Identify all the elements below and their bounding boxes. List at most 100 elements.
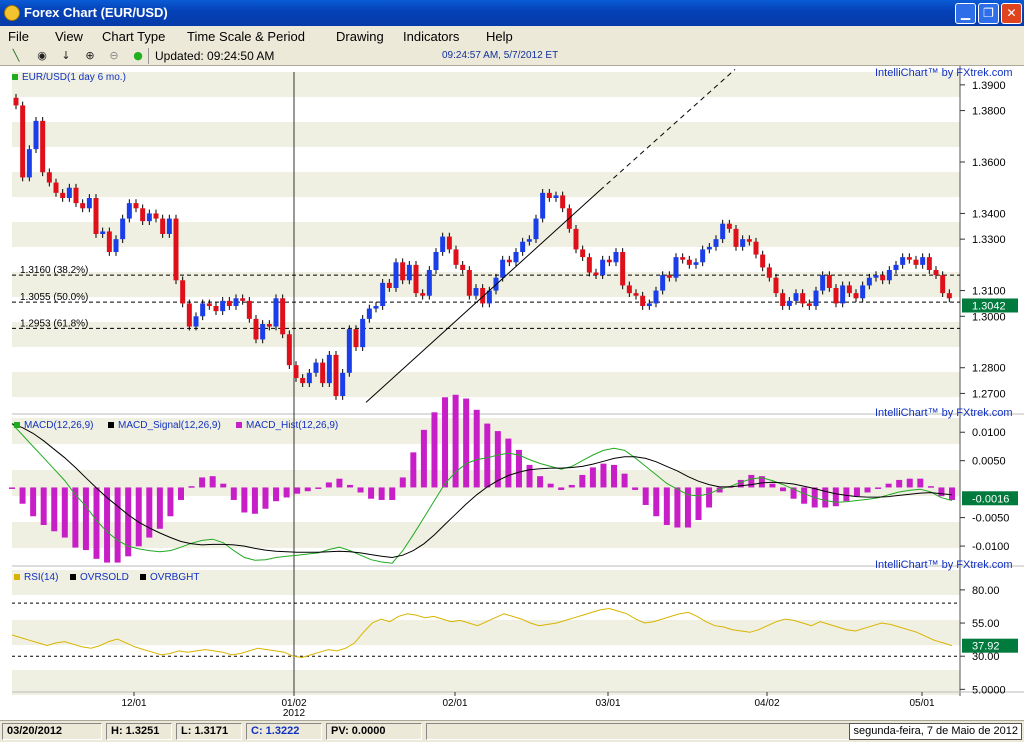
candle-body xyxy=(826,275,832,288)
macd-hist-bar xyxy=(748,474,755,488)
candle-body xyxy=(786,300,792,306)
status-date: 03/20/2012 xyxy=(2,723,102,740)
candle-body xyxy=(773,277,779,294)
arrow-down-icon[interactable]: ↓ xyxy=(58,48,74,64)
candle-body xyxy=(613,252,619,263)
candle-body xyxy=(273,298,279,327)
macd-hist-bar xyxy=(104,487,111,563)
candle-body xyxy=(766,267,772,278)
candle-body xyxy=(446,236,452,250)
macd-hist-bar xyxy=(558,487,565,490)
chart-area[interactable]: 1.3900 1.3800 1.3600 1.3400 1.3300 1.3100 1.30… xyxy=(0,66,1024,720)
candle-body xyxy=(320,362,326,384)
rsi-last-label: 37.92 xyxy=(972,641,1000,653)
macd-legend: MACD_Hist(12,26,9) xyxy=(246,420,338,431)
candle-body xyxy=(166,218,172,234)
status-low: L: 1.3171 xyxy=(176,723,242,740)
macd-hist-bar xyxy=(547,483,554,488)
macd-hist-bar xyxy=(463,398,470,488)
macd-hist-bar xyxy=(843,487,850,502)
candle-body xyxy=(946,293,952,299)
macd-hist-bar xyxy=(19,487,26,504)
menu-view[interactable]: View xyxy=(55,29,83,44)
menu-indicators[interactable]: Indicators xyxy=(403,29,459,44)
menu-help[interactable]: Help xyxy=(486,29,513,44)
candle-body xyxy=(173,218,179,281)
macd-hist-bar xyxy=(40,487,47,526)
macd-hist-bar xyxy=(273,487,280,502)
candle-body xyxy=(193,316,199,327)
macd-hist-bar xyxy=(452,394,459,488)
macd-hist-bar xyxy=(589,467,596,488)
menu-file[interactable]: File xyxy=(8,29,29,44)
candle-body xyxy=(346,329,352,373)
trendline-icon[interactable]: ╲ xyxy=(8,48,24,64)
candle-body xyxy=(366,308,372,319)
candle-body xyxy=(733,228,739,247)
macd-hist-bar xyxy=(325,482,332,488)
macd-hist-bar xyxy=(632,487,639,490)
candle-body xyxy=(846,285,852,294)
candle-body xyxy=(160,218,166,234)
maximize-button[interactable]: ❐ xyxy=(978,3,999,24)
macd-hist-bar xyxy=(241,487,248,513)
macd-hist-bar xyxy=(199,477,206,488)
candle-body xyxy=(633,293,639,296)
macd-hist-bar xyxy=(30,487,37,517)
candle-body xyxy=(646,303,652,306)
price-tick-label: 1.3900 xyxy=(972,80,1006,92)
candle-body xyxy=(546,192,552,198)
macd-hist-bar xyxy=(51,487,58,532)
toolbar-separator xyxy=(148,48,149,64)
zoom-in-icon[interactable]: ⊕ xyxy=(82,48,98,64)
candle-body xyxy=(666,275,672,278)
macd-last-label: -0.0016 xyxy=(972,493,1009,505)
candle-body xyxy=(806,303,812,306)
price-band xyxy=(12,72,960,97)
candle-body xyxy=(266,324,272,327)
candle-body xyxy=(860,285,866,299)
candle-body xyxy=(206,303,212,306)
macd-hist-bar xyxy=(220,483,227,488)
rsi-legend-swatch xyxy=(70,574,76,580)
candle-body xyxy=(13,97,19,106)
macd-hist-bar xyxy=(927,486,934,488)
macd-hist-bar xyxy=(494,431,501,488)
candle-body xyxy=(200,303,206,317)
candle-body xyxy=(133,203,139,209)
macd-hist-bar xyxy=(283,487,290,498)
status-empty xyxy=(426,723,852,740)
crosshair-icon[interactable]: ◉ xyxy=(34,48,50,64)
macd-hist-bar xyxy=(917,478,924,488)
macd-hist-bar xyxy=(568,484,575,488)
close-button[interactable]: ✕ xyxy=(1001,3,1022,24)
candle-body xyxy=(426,270,432,296)
macd-hist-bar xyxy=(146,487,153,538)
candle-body xyxy=(793,293,799,301)
menu-drawing[interactable]: Drawing xyxy=(336,29,384,44)
macd-hist-bar xyxy=(611,464,618,488)
menu-time-scale[interactable]: Time Scale & Period xyxy=(187,29,305,44)
menu-chart-type[interactable]: Chart Type xyxy=(102,29,165,44)
candle-body xyxy=(520,241,526,252)
price-tick-label: 1.2800 xyxy=(972,363,1006,375)
candle-body xyxy=(260,324,266,340)
macd-hist-bar xyxy=(357,487,364,493)
macd-band xyxy=(12,522,960,548)
candle-body xyxy=(86,198,92,209)
brand-label: IntelliChart™ by FXtrek.com xyxy=(875,67,1013,79)
brand-label: IntelliChart™ by FXtrek.com xyxy=(875,559,1013,571)
candle-body xyxy=(880,275,886,281)
macd-hist-bar xyxy=(473,409,480,488)
rsi-tick-label: 30.00 xyxy=(972,651,1000,663)
status-pv: PV: 0.0000 xyxy=(326,723,422,740)
candle-body xyxy=(66,187,72,198)
candle-body xyxy=(653,290,659,304)
macd-hist-bar xyxy=(864,487,871,493)
x-year-label: 2012 xyxy=(283,708,306,719)
minimize-button[interactable]: ▁ xyxy=(955,3,976,24)
zoom-out-icon[interactable]: ⊖ xyxy=(106,48,122,64)
macd-hist-bar xyxy=(262,487,269,509)
candle-body xyxy=(933,270,939,276)
macd-hist-bar xyxy=(346,484,353,488)
